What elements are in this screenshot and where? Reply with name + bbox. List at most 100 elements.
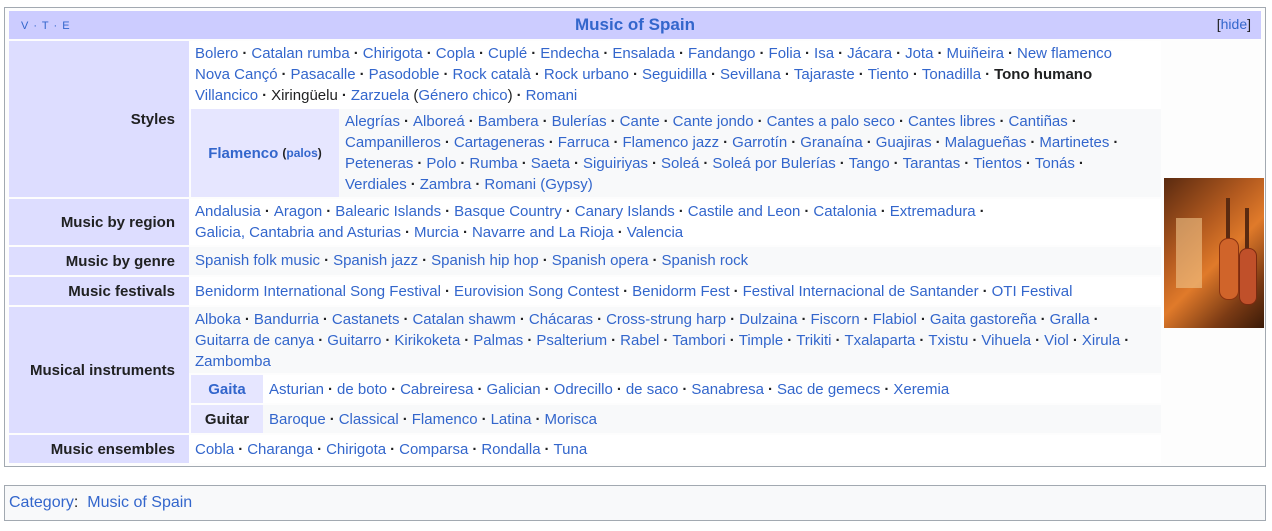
list-item-link[interactable]: Cantiñas [1009, 113, 1068, 130]
list-item-link[interactable]: Flabiol [873, 311, 917, 328]
list-item-link[interactable]: Timple [739, 332, 783, 349]
list-item-link[interactable]: Comparsa [399, 441, 468, 458]
list-item-link[interactable]: Catalan rumba [251, 45, 349, 62]
list-item-link[interactable]: Latina [491, 411, 532, 428]
list-item-link[interactable]: Spanish opera [552, 252, 649, 269]
list-item-link[interactable]: Folia [769, 45, 802, 62]
list-item-link[interactable]: Kirikoketa [394, 332, 460, 349]
list-item-link[interactable]: Muiñeira [946, 45, 1004, 62]
list-item-link[interactable]: Spanish rock [661, 252, 748, 269]
styles-item[interactable]: Romani [526, 87, 578, 104]
list-item-link[interactable]: Aragon [274, 203, 322, 220]
list-item-link[interactable]: Flamenco jazz [622, 134, 719, 151]
list-item-link[interactable]: Sanabresa [691, 381, 764, 398]
list-item-link[interactable]: Dulzaina [739, 311, 797, 328]
list-item-link[interactable]: Navarre and La Rioja [472, 224, 614, 241]
list-item-link[interactable]: Catalonia [813, 203, 876, 220]
list-item-link[interactable]: Morisca [544, 411, 597, 428]
list-item-link[interactable]: Palmas [473, 332, 523, 349]
list-item-link[interactable]: Cross-strung harp [606, 311, 726, 328]
list-item-link[interactable]: Rumba [469, 155, 517, 172]
list-item-link[interactable]: Galician [486, 381, 540, 398]
list-item-link[interactable]: Psalterium [536, 332, 607, 349]
list-item-link[interactable]: Campanilleros [345, 134, 441, 151]
list-item-link[interactable]: Castile and Leon [688, 203, 801, 220]
list-item-link[interactable]: Asturian [269, 381, 324, 398]
list-item-link[interactable]: Endecha [540, 45, 599, 62]
list-item-link[interactable]: Rock urbano [544, 66, 629, 83]
styles-item[interactable]: Género chico [418, 87, 507, 104]
list-item-link[interactable]: Cuplé [488, 45, 527, 62]
list-item-link[interactable]: Chirigota [326, 441, 386, 458]
list-item-link[interactable]: Tajaraste [794, 66, 855, 83]
list-item-link[interactable]: Guitarra de canya [195, 332, 314, 349]
list-item-link[interactable]: Malagueñas [945, 134, 1027, 151]
gaita-link[interactable]: Gaita [208, 381, 246, 398]
list-item-link[interactable]: Fiscorn [810, 311, 859, 328]
list-item-link[interactable]: Xirula [1082, 332, 1120, 349]
list-item-link[interactable]: Xeremia [893, 381, 949, 398]
list-item-link[interactable]: Rondalla [481, 441, 540, 458]
list-item-link[interactable]: Tambori [672, 332, 725, 349]
list-item-link[interactable]: Extremadura [890, 203, 976, 220]
list-item-link[interactable]: Galicia, Cantabria and Asturias [195, 224, 401, 241]
list-item-link[interactable]: Tonás [1035, 155, 1075, 172]
list-item-link[interactable]: Pasodoble [369, 66, 440, 83]
list-item-link[interactable]: OTI Festival [992, 283, 1073, 300]
list-item-link[interactable]: Seguidilla [642, 66, 707, 83]
list-item-link[interactable]: Benidorm International Song Festival [195, 283, 441, 300]
list-item-link[interactable]: New flamenco [1017, 45, 1112, 62]
list-item-link[interactable]: Peteneras [345, 155, 413, 172]
list-item-link[interactable]: Copla [436, 45, 475, 62]
list-item-link[interactable]: Eurovision Song Contest [454, 283, 619, 300]
guitar-museum-image[interactable] [1164, 178, 1264, 328]
list-item-link[interactable]: Sac de gemecs [777, 381, 880, 398]
list-item-link[interactable]: Canary Islands [575, 203, 675, 220]
list-item-link[interactable]: Soleá por Bulerías [712, 155, 835, 172]
list-item-link[interactable]: Nova Cançó [195, 66, 278, 83]
list-item-link[interactable]: Farruca [558, 134, 610, 151]
list-item-link[interactable]: Bambera [478, 113, 539, 130]
list-item-link[interactable]: Cantes a palo seco [767, 113, 895, 130]
list-item-link[interactable]: Siguiriyas [583, 155, 648, 172]
list-item-link[interactable]: Valencia [627, 224, 683, 241]
list-item-link[interactable]: Viol [1044, 332, 1069, 349]
list-item-link[interactable]: Festival Internacional de Santander [743, 283, 979, 300]
list-item-link[interactable]: Bulerías [552, 113, 607, 130]
list-item-link[interactable]: Catalan shawm [412, 311, 515, 328]
category-link[interactable]: Music of Spain [87, 494, 192, 511]
list-item-link[interactable]: Granaína [800, 134, 863, 151]
flamenco-link[interactable]: Flamenco [208, 145, 278, 162]
styles-item[interactable]: Villancico [195, 87, 258, 104]
list-item-link[interactable]: Bolero [195, 45, 238, 62]
list-item-link[interactable]: Romani (Gypsy) [484, 176, 592, 193]
list-item-link[interactable]: Spanish folk music [195, 252, 320, 269]
list-item-link[interactable]: Tango [849, 155, 890, 172]
palos-link[interactable]: palos [286, 146, 317, 160]
list-item-link[interactable]: Spanish jazz [333, 252, 418, 269]
list-item-link[interactable]: Txistu [928, 332, 968, 349]
list-item-link[interactable]: Tarantas [903, 155, 961, 172]
list-item-link[interactable]: Tientos [973, 155, 1022, 172]
styles-item[interactable]: Zarzuela [351, 87, 409, 104]
list-item-link[interactable]: Charanga [247, 441, 313, 458]
list-item-link[interactable]: Tonadilla [922, 66, 981, 83]
list-item-link[interactable]: Alboka [195, 311, 241, 328]
list-item-link[interactable]: Cante [620, 113, 660, 130]
list-item-link[interactable]: Martinetes [1039, 134, 1109, 151]
hide-toggle[interactable]: [hide] [1217, 16, 1251, 32]
list-item-link[interactable]: Rock català [453, 66, 531, 83]
list-item-link[interactable]: Trikiti [796, 332, 831, 349]
list-item-link[interactable]: Gralla [1050, 311, 1090, 328]
list-item-link[interactable]: Cabreiresa [400, 381, 473, 398]
navbox-title[interactable]: Music of Spain [9, 15, 1261, 35]
list-item-link[interactable]: Murcia [414, 224, 459, 241]
list-item-link[interactable]: Sevillana [720, 66, 781, 83]
list-item-link[interactable]: de saco [626, 381, 679, 398]
list-item-link[interactable]: Guitarro [327, 332, 381, 349]
list-item-link[interactable]: Tiento [868, 66, 909, 83]
list-item-link[interactable]: Soleá [661, 155, 699, 172]
list-item-link[interactable]: Baroque [269, 411, 326, 428]
list-item-link[interactable]: Jácara [847, 45, 892, 62]
list-item-link[interactable]: Txalaparta [844, 332, 915, 349]
